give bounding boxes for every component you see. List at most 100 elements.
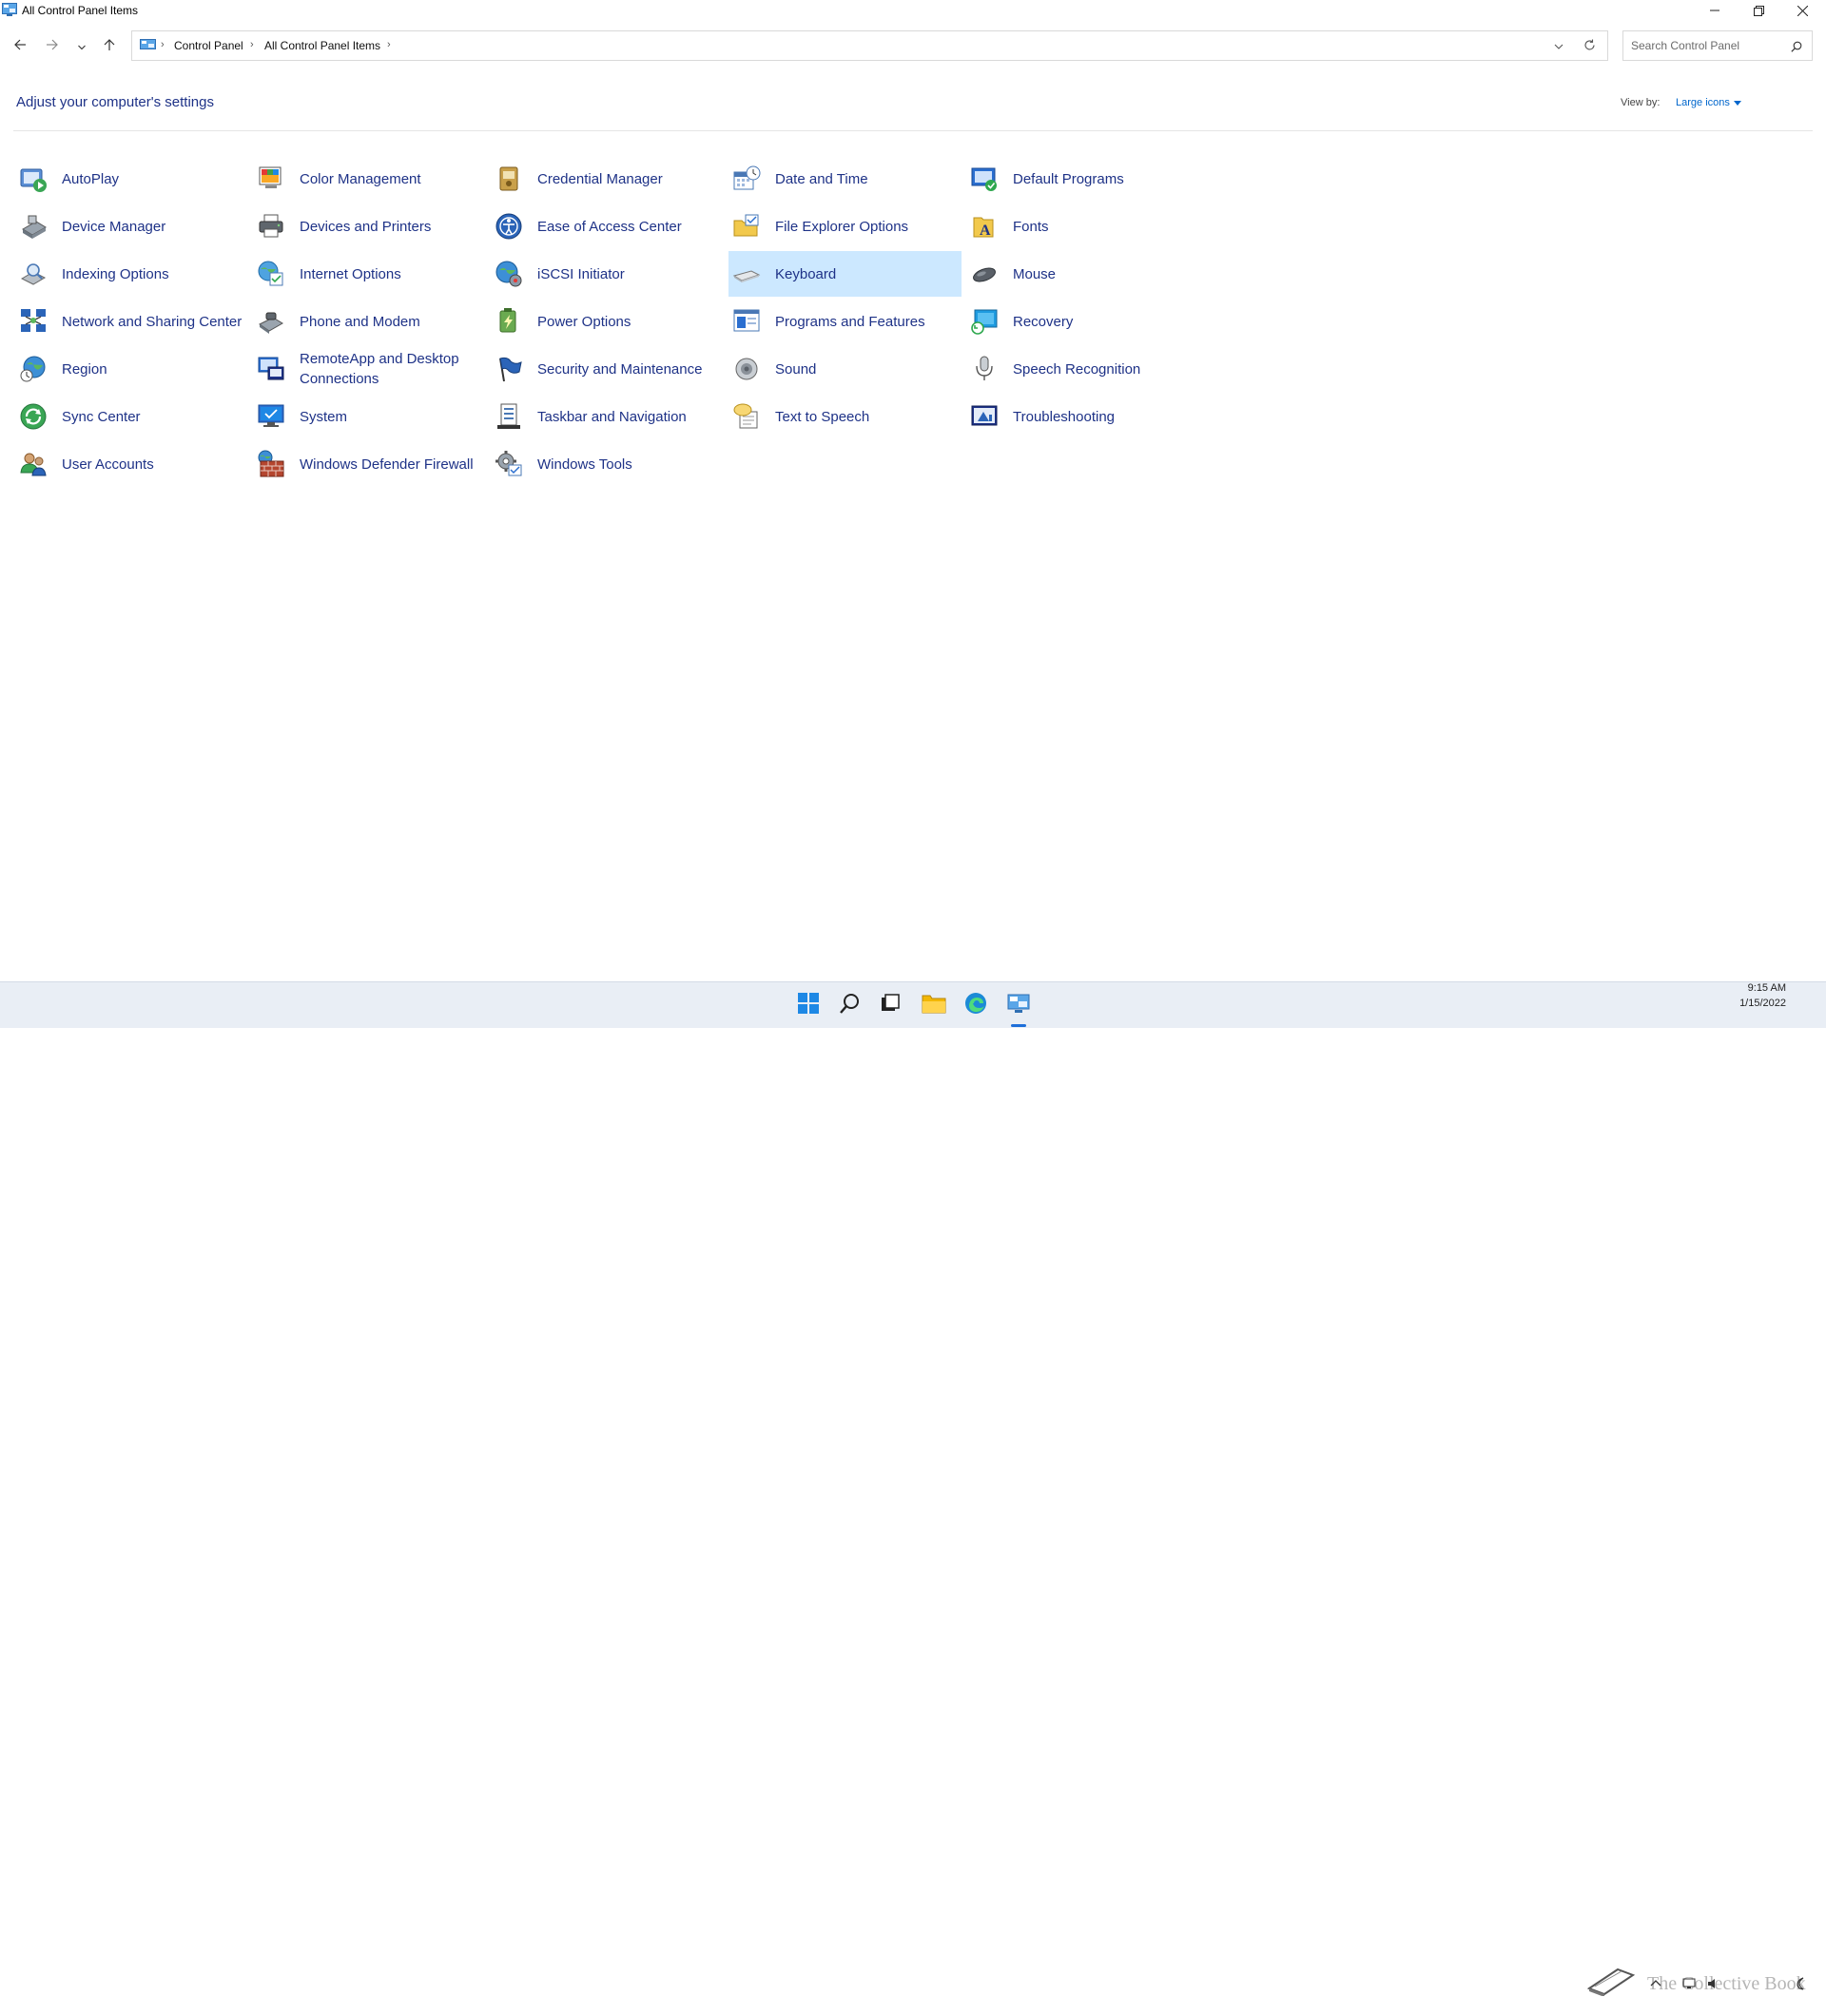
item-troubleshooting[interactable]: Troubleshooting [966,394,1199,439]
text-to-speech-icon [731,401,762,432]
firewall-icon [256,449,286,479]
programs-icon [731,306,762,337]
network-icon [18,306,49,337]
up-button[interactable] [98,36,121,57]
sync-icon [18,401,49,432]
item-credential-manager[interactable]: Credential Manager [491,156,724,202]
file-explorer-icon [922,993,946,1018]
back-button[interactable] [9,36,31,57]
item-indexing-options[interactable]: Indexing Options [15,251,248,297]
item-default-programs[interactable]: Default Programs [966,156,1199,202]
taskbar: The Collective Book [0,981,1826,1997]
item-phone-and-modem[interactable]: Phone and Modem [253,299,486,344]
minimize-button[interactable] [1693,0,1737,21]
forward-arrow-icon [47,38,58,55]
item-windows-tools[interactable]: Windows Tools [491,441,724,487]
item-color-management[interactable]: Color Management [253,156,486,202]
keyboard-icon [731,259,762,289]
item-autoplay[interactable]: AutoPlay [15,156,248,202]
item-text-to-speech[interactable]: Text to Speech [728,394,962,439]
system-clock[interactable]: 9:15 AM 1/15/2022 [1733,980,1786,1011]
credential-manager-icon [494,164,524,194]
search-input[interactable] [1631,38,1783,53]
forward-button[interactable] [41,36,64,57]
item-power-options[interactable]: Power Options [491,299,724,344]
back-arrow-icon [14,38,26,55]
control-panel-taskbar-button[interactable] [1003,990,1034,1027]
view-by-dropdown[interactable]: Large icons [1676,97,1741,108]
power-icon [494,306,524,337]
breadcrumb-separator: › [161,39,165,50]
item-device-manager[interactable]: Device Manager [15,204,248,249]
view-by-label: View by: [1621,97,1661,108]
troubleshooting-icon [969,401,1000,432]
task-view-icon [880,993,901,1018]
speaker-icon [731,354,762,384]
address-history-dropdown[interactable] [1554,39,1564,56]
recent-locations-button[interactable] [70,36,93,57]
notification-icon[interactable] [1795,1977,1806,1995]
start-button[interactable] [793,990,824,1020]
edge-button[interactable] [961,990,991,1020]
volume-icon[interactable] [1707,1977,1720,1994]
item-fonts[interactable]: A Fonts [966,204,1199,249]
breadcrumb-separator: › [250,39,254,50]
item-recovery[interactable]: Recovery [966,299,1199,344]
item-file-explorer-options[interactable]: File Explorer Options [728,204,962,249]
item-devices-and-printers[interactable]: Devices and Printers [253,204,486,249]
item-user-accounts[interactable]: User Accounts [15,441,248,487]
chevron-up-icon[interactable] [1650,1977,1661,1994]
windows-tools-icon [494,449,524,479]
search-icon [839,992,862,1019]
item-windows-defender-firewall[interactable]: Windows Defender Firewall [253,441,486,487]
item-keyboard[interactable]: Keyboard [728,251,962,297]
item-sound[interactable]: Sound [728,346,962,392]
search-icon[interactable] [1791,40,1802,57]
taskbar-search-button[interactable] [835,990,865,1020]
book-logo-icon [1585,1968,1637,2016]
start-icon [797,992,820,1019]
divider [13,130,1813,131]
breadcrumb-all-items[interactable]: All Control Panel Items [264,39,380,52]
microphone-icon [969,354,1000,384]
navigation-row: › Control Panel › All Control Panel Item… [0,26,1826,66]
restore-button[interactable] [1737,0,1780,21]
network-tray-icon[interactable] [1682,1977,1696,1994]
task-view-button[interactable] [875,990,905,1020]
item-speech-recognition[interactable]: Speech Recognition [966,346,1199,392]
printer-icon [256,211,286,242]
default-programs-icon [969,164,1000,194]
item-network-and-sharing-center[interactable]: Network and Sharing Center [15,299,248,344]
control-panel-icon [2,3,17,17]
item-security-and-maintenance[interactable]: Security and Maintenance [491,346,724,392]
watermark-text: The Collective Book [1647,1973,1806,1994]
ease-of-access-icon [494,211,524,242]
search-box[interactable] [1622,30,1813,61]
item-remoteapp-and-desktop-connections[interactable]: RemoteApp and Desktop Connections [253,346,486,392]
color-management-icon [256,164,286,194]
item-iscsi-initiator[interactable]: iSCSI Initiator [491,251,724,297]
minimize-icon [1710,6,1719,15]
address-bar[interactable]: › Control Panel › All Control Panel Item… [131,30,1608,61]
refresh-button[interactable] [1583,39,1596,56]
file-explorer-button[interactable] [919,990,949,1020]
phone-icon [256,306,286,337]
item-date-and-time[interactable]: Date and Time [728,156,962,202]
title-bar: All Control Panel Items [0,0,1826,22]
control-panel-icon [1007,993,1030,1018]
item-system[interactable]: System [253,394,486,439]
breadcrumb-separator: › [387,39,391,50]
item-sync-center[interactable]: Sync Center [15,394,248,439]
item-internet-options[interactable]: Internet Options [253,251,486,297]
item-ease-of-access-center[interactable]: Ease of Access Center [491,204,724,249]
iscsi-icon [494,259,524,289]
internet-options-icon [256,259,286,289]
edge-icon [964,992,987,1019]
device-manager-icon [18,211,49,242]
close-button[interactable] [1780,0,1824,21]
item-region[interactable]: Region [15,346,248,392]
item-taskbar-and-navigation[interactable]: Taskbar and Navigation [491,394,724,439]
item-mouse[interactable]: Mouse [966,251,1199,297]
breadcrumb-control-panel[interactable]: Control Panel [174,39,243,52]
item-programs-and-features[interactable]: Programs and Features [728,299,962,344]
